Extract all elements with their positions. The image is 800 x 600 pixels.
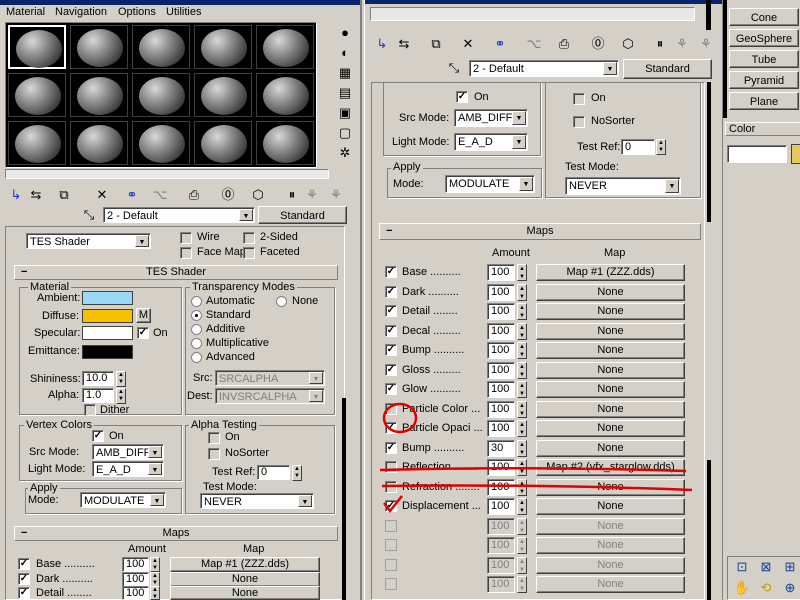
annotation-strike — [381, 484, 693, 492]
annotation-strike — [379, 466, 687, 473]
annotation-circle — [382, 402, 418, 434]
annotation-overlay — [379, 402, 693, 514]
annotation-checkmark — [383, 495, 403, 514]
